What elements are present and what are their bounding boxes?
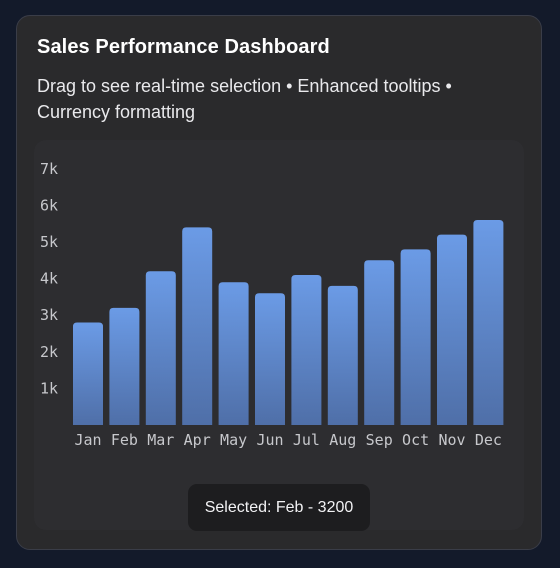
y-tick-label: 3k [40,306,58,324]
x-axis: Jan Feb Mar Apr May Jun Jul Aug Sep Oct Nov Dec [74,431,501,449]
x-tick-label: Jul [293,431,320,449]
bar-mar[interactable] [145,271,176,425]
x-tick-label: Apr [184,431,211,449]
x-tick-label: May [220,431,247,449]
bar-sep[interactable] [364,260,395,425]
y-tick-label: 2k [40,343,58,361]
x-tick-label: Jan [74,431,101,449]
bar-chart[interactable]: 1k 2k 3k 4k 5k 6k 7k Jan Feb Mar Apr May Jun Jul Aug S… [34,140,524,460]
bar-series[interactable] [73,220,504,425]
x-tick-label: Mar [147,431,174,449]
chart-area[interactable]: 1k 2k 3k 4k 5k 6k 7k Jan Feb Mar Apr May Jun Jul Aug S… [34,140,524,530]
bar-dec[interactable] [473,220,504,425]
bar-jul[interactable] [291,274,322,425]
y-tick-label: 5k [40,233,58,251]
x-tick-label: Dec [475,431,502,449]
y-tick-label: 1k [40,379,58,397]
x-tick-label: Jun [256,431,283,449]
bar-apr[interactable] [182,227,213,425]
bar-may[interactable] [218,282,249,425]
bar-nov[interactable] [437,234,467,425]
bar-feb[interactable] [109,307,140,425]
card-subtitle: Drag to see real-time selection • Enhanc… [37,76,452,122]
y-tick-label: 4k [40,270,58,288]
x-tick-label: Sep [366,431,393,449]
bar-jun[interactable] [255,293,285,425]
bar-oct[interactable] [400,249,431,425]
selection-status: Selected: Feb - 3200 [188,484,370,531]
card-title: Sales Performance Dashboard [37,36,330,58]
bar-aug[interactable] [327,285,358,425]
x-tick-label: Oct [402,431,429,449]
y-axis: 1k 2k 3k 4k 5k 6k 7k [40,160,58,398]
x-tick-label: Nov [438,431,465,449]
y-tick-label: 7k [40,160,58,178]
x-tick-label: Feb [111,431,138,449]
y-tick-label: 6k [40,196,58,214]
bar-jan[interactable] [73,322,103,425]
x-tick-label: Aug [329,431,356,449]
